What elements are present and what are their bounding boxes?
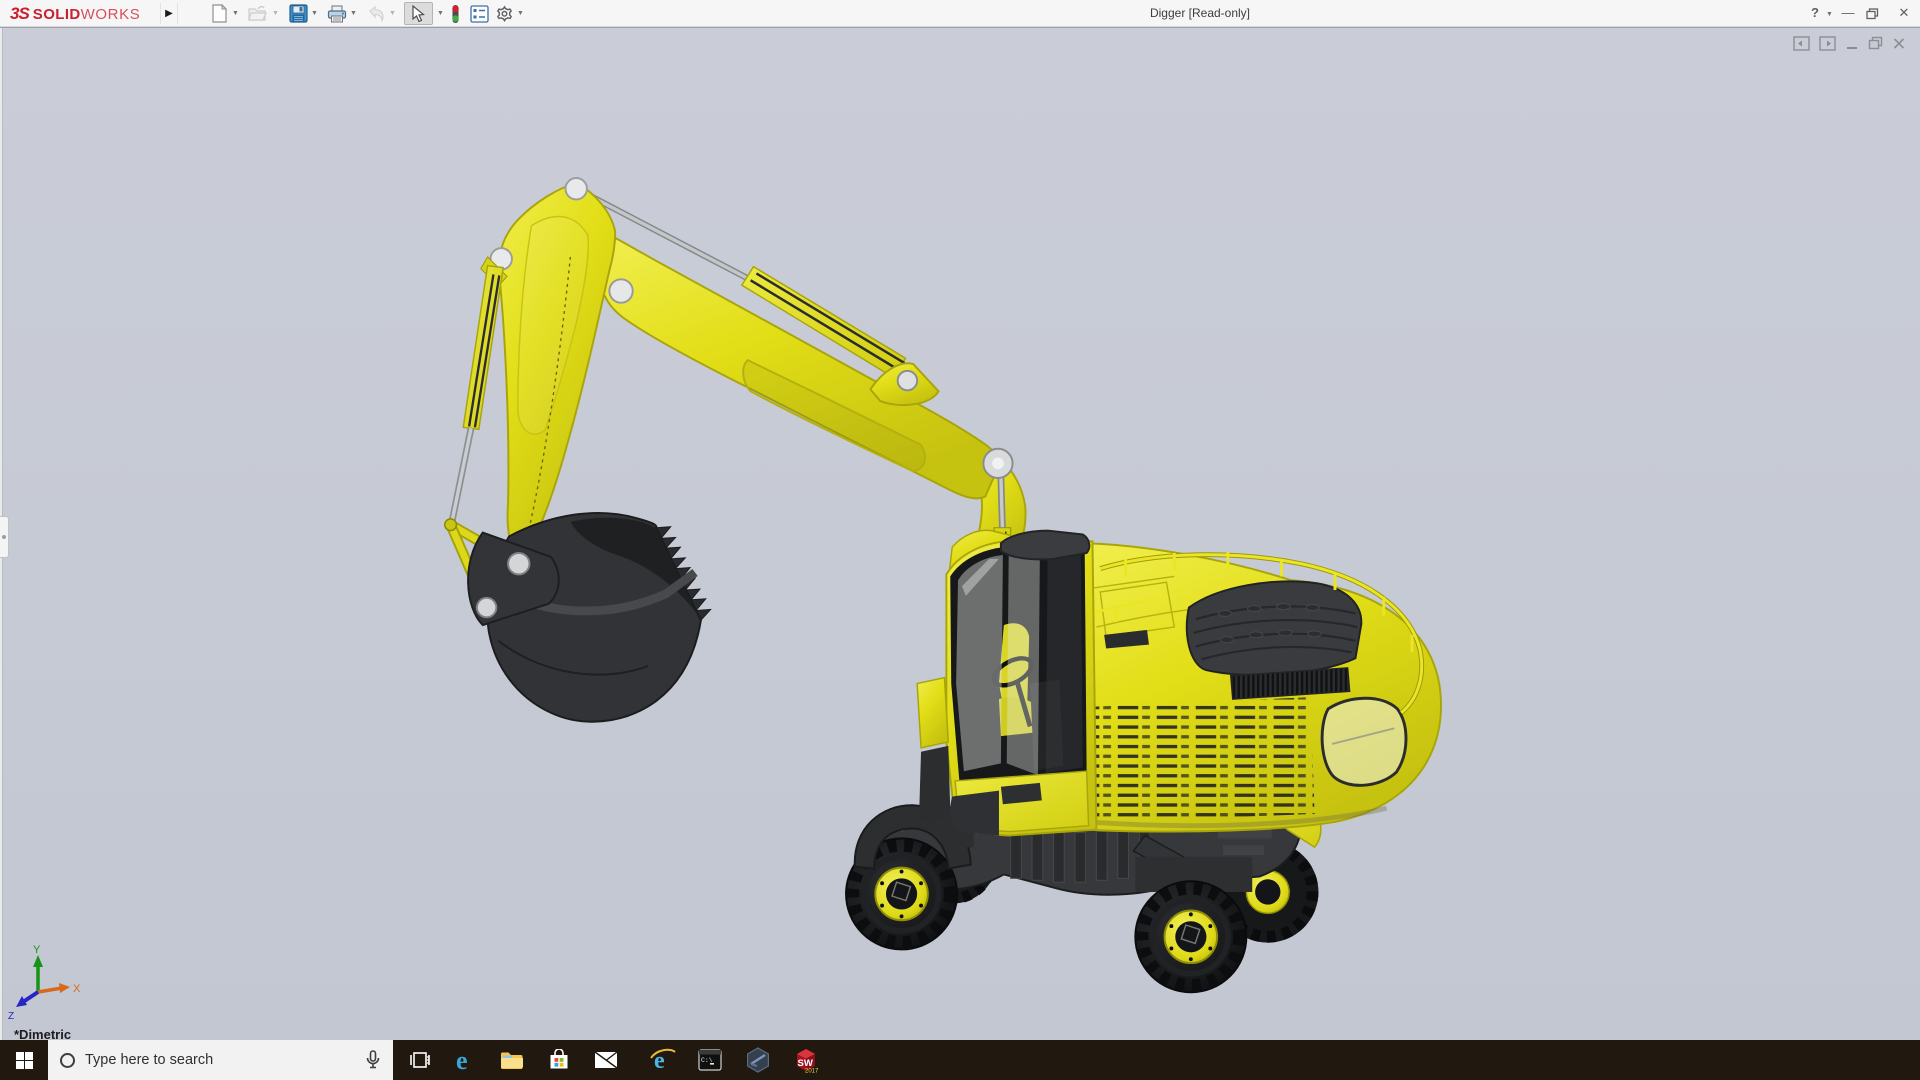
- search-input[interactable]: Type here to search: [48, 1040, 393, 1080]
- minimize-button[interactable]: —: [1838, 5, 1858, 20]
- solidworks-titlebar: 3S SOLIDWORKS ▶ ▼ ▼ ▼ ▼ ▼ ▼: [0, 0, 1920, 27]
- side-vents: [1089, 697, 1315, 822]
- cab: [917, 530, 1096, 835]
- undo-button[interactable]: [364, 2, 388, 25]
- cortana-icon: [60, 1053, 75, 1068]
- triad-x-label: X: [73, 983, 81, 995]
- windows-logo-icon: [16, 1052, 33, 1069]
- graphics-area[interactable]: Y X Z *Dimetric: [0, 27, 1920, 1040]
- brand-light-text: WORKS: [81, 6, 141, 23]
- triad-z-label: Z: [8, 1011, 14, 1022]
- svg-text:SW: SW: [798, 1058, 813, 1069]
- rear-oval-window: [1322, 698, 1406, 785]
- windows-taskbar: Type here to search e e C:\: [0, 1040, 1920, 1080]
- svg-text:2017: 2017: [805, 1069, 819, 1075]
- close-button[interactable]: ✕: [1894, 5, 1914, 21]
- excavator-model[interactable]: [0, 28, 1920, 1041]
- options-dropdown-caret[interactable]: ▼: [517, 9, 525, 19]
- bucket: [468, 513, 711, 722]
- save-dropdown-caret[interactable]: ▼: [311, 9, 319, 19]
- boom-arm: [600, 238, 1000, 498]
- brand-mark: 3S: [10, 4, 29, 24]
- new-document-button[interactable]: [207, 2, 231, 25]
- file-properties-button[interactable]: [467, 2, 491, 25]
- task-view-button[interactable]: [398, 1040, 442, 1080]
- svg-text:C:\: C:\: [701, 1057, 713, 1064]
- solidworks-logo: 3S SOLIDWORKS: [10, 4, 140, 24]
- select-tool-button[interactable]: [404, 2, 433, 25]
- document-title: Digger [Read-only]: [1100, 6, 1300, 20]
- undo-dropdown-caret[interactable]: ▼: [389, 9, 397, 19]
- edrawings-icon[interactable]: [736, 1040, 780, 1080]
- store-icon[interactable]: [537, 1040, 581, 1080]
- save-button[interactable]: [286, 2, 310, 25]
- mail-icon[interactable]: [584, 1040, 628, 1080]
- rebuild-button[interactable]: [443, 2, 467, 25]
- svg-text:e: e: [456, 1047, 468, 1073]
- new-dropdown-caret[interactable]: ▼: [232, 9, 240, 19]
- brand-bold-text: SOLID: [33, 6, 81, 23]
- rear-wheel: [1135, 857, 1252, 992]
- print-dropdown-caret[interactable]: ▼: [350, 9, 358, 19]
- edge-icon[interactable]: e: [444, 1040, 488, 1080]
- start-button[interactable]: [0, 1040, 48, 1080]
- options-button[interactable]: [492, 2, 516, 25]
- menu-flyout-arrow[interactable]: ▶: [160, 3, 178, 24]
- triad-y-label: Y: [33, 944, 41, 956]
- search-placeholder: Type here to search: [85, 1052, 213, 1068]
- desktop: 3S SOLIDWORKS ▶ ▼ ▼ ▼ ▼ ▼ ▼: [0, 0, 1920, 1080]
- open-button[interactable]: [246, 2, 270, 25]
- file-explorer-icon[interactable]: [490, 1040, 534, 1080]
- internet-explorer-icon[interactable]: e: [641, 1040, 685, 1080]
- microphone-icon[interactable]: [366, 1050, 380, 1070]
- help-button[interactable]: ?: [1805, 5, 1825, 20]
- orientation-triad: Y X Z: [0, 943, 90, 1033]
- command-prompt-icon[interactable]: C:\: [688, 1040, 732, 1080]
- print-button[interactable]: [325, 2, 349, 25]
- solidworks-2017-icon[interactable]: SW2017: [784, 1040, 828, 1080]
- open-dropdown-caret[interactable]: ▼: [272, 9, 280, 19]
- restore-button[interactable]: [1866, 5, 1886, 20]
- help-dropdown-caret[interactable]: ▼: [1826, 10, 1834, 20]
